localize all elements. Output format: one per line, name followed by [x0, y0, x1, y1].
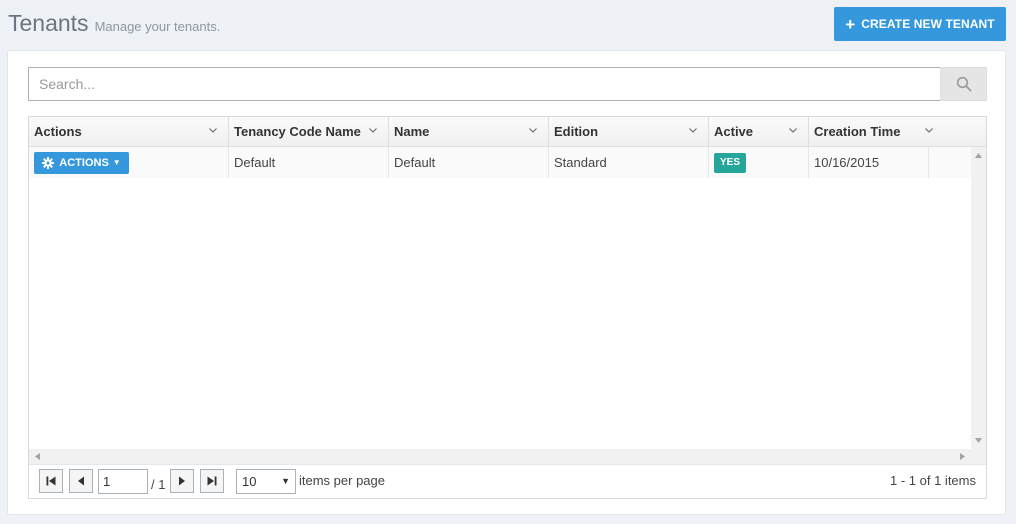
- next-page-icon: [179, 476, 185, 486]
- column-header-active[interactable]: Active: [709, 117, 809, 146]
- last-page-icon: [207, 476, 217, 486]
- page-size-value: 10: [242, 474, 257, 489]
- chevron-down-icon[interactable]: [688, 125, 698, 135]
- actions-label: ACTIONS: [59, 156, 109, 169]
- search-icon: [956, 76, 971, 92]
- create-new-tenant-button[interactable]: + CREATE NEW TENANT: [834, 7, 1006, 41]
- cell-tenancy-code-name: Default: [229, 147, 389, 178]
- cell-creation-time: 10/16/2015: [809, 147, 929, 178]
- vertical-scrollbar[interactable]: [971, 147, 986, 449]
- last-page-button[interactable]: [200, 469, 224, 493]
- column-header-tenancy-code-name[interactable]: Tenancy Code Name: [229, 117, 389, 146]
- scroll-down-icon[interactable]: [974, 436, 983, 445]
- create-new-tenant-label: CREATE NEW TENANT: [861, 17, 995, 31]
- tenants-grid: Actions Tenancy Code Name Name Edition A…: [28, 116, 987, 499]
- column-header-name[interactable]: Name: [389, 117, 549, 146]
- items-per-page-label: items per page: [299, 473, 385, 488]
- actions-dropdown-button[interactable]: ACTIONS ▼: [34, 151, 129, 174]
- cell-name: Default: [389, 147, 549, 178]
- dropdown-arrow-icon: ▼: [281, 476, 290, 486]
- scroll-left-icon[interactable]: [33, 452, 42, 461]
- plus-icon: +: [845, 14, 856, 34]
- gear-icon: [42, 156, 55, 169]
- pager-info: 1 - 1 of 1 items: [890, 473, 976, 488]
- column-header-creation-time[interactable]: Creation Time: [809, 117, 944, 146]
- cell-edition: Standard: [549, 147, 709, 178]
- page-size-select[interactable]: 10 ▼: [236, 469, 296, 494]
- tenants-panel: Actions Tenancy Code Name Name Edition A…: [7, 50, 1006, 515]
- scroll-up-icon[interactable]: [974, 151, 983, 160]
- chevron-down-icon[interactable]: [208, 125, 218, 135]
- column-header-edition[interactable]: Edition: [549, 117, 709, 146]
- cell-actions: ACTIONS ▼: [29, 147, 229, 178]
- chevron-down-icon[interactable]: [368, 125, 378, 135]
- page-title: Tenants: [8, 10, 89, 36]
- scroll-right-icon[interactable]: [958, 452, 967, 461]
- caret-down-icon: ▼: [112, 158, 121, 167]
- chevron-down-icon[interactable]: [528, 125, 538, 135]
- grid-body: ACTIONS ▼ Default Default Standard YES 1…: [29, 147, 971, 449]
- chevron-down-icon[interactable]: [924, 125, 934, 135]
- pager: / 1 10 ▼ items per page 1 - 1 of 1 items: [29, 464, 986, 498]
- page-total: / 1: [151, 477, 166, 492]
- previous-page-icon: [78, 476, 84, 486]
- first-page-icon: [46, 476, 56, 486]
- table-row[interactable]: ACTIONS ▼ Default Default Standard YES 1…: [29, 147, 971, 178]
- page-header: Tenants Manage your tenants.: [8, 10, 220, 40]
- grid-header: Actions Tenancy Code Name Name Edition A…: [29, 117, 986, 147]
- scrollbar-corner: [971, 449, 986, 464]
- cell-active: YES: [709, 147, 809, 178]
- next-page-button[interactable]: [170, 469, 194, 493]
- page-number-input[interactable]: [98, 469, 148, 494]
- first-page-button[interactable]: [39, 469, 63, 493]
- page-subtitle: Manage your tenants.: [94, 19, 221, 34]
- chevron-down-icon[interactable]: [788, 125, 798, 135]
- search-button[interactable]: [940, 67, 987, 101]
- horizontal-scrollbar[interactable]: [29, 449, 971, 464]
- search-bar: [28, 67, 987, 101]
- search-input[interactable]: [28, 67, 940, 101]
- previous-page-button[interactable]: [69, 469, 93, 493]
- status-badge: YES: [714, 152, 747, 173]
- column-header-actions[interactable]: Actions: [29, 117, 229, 146]
